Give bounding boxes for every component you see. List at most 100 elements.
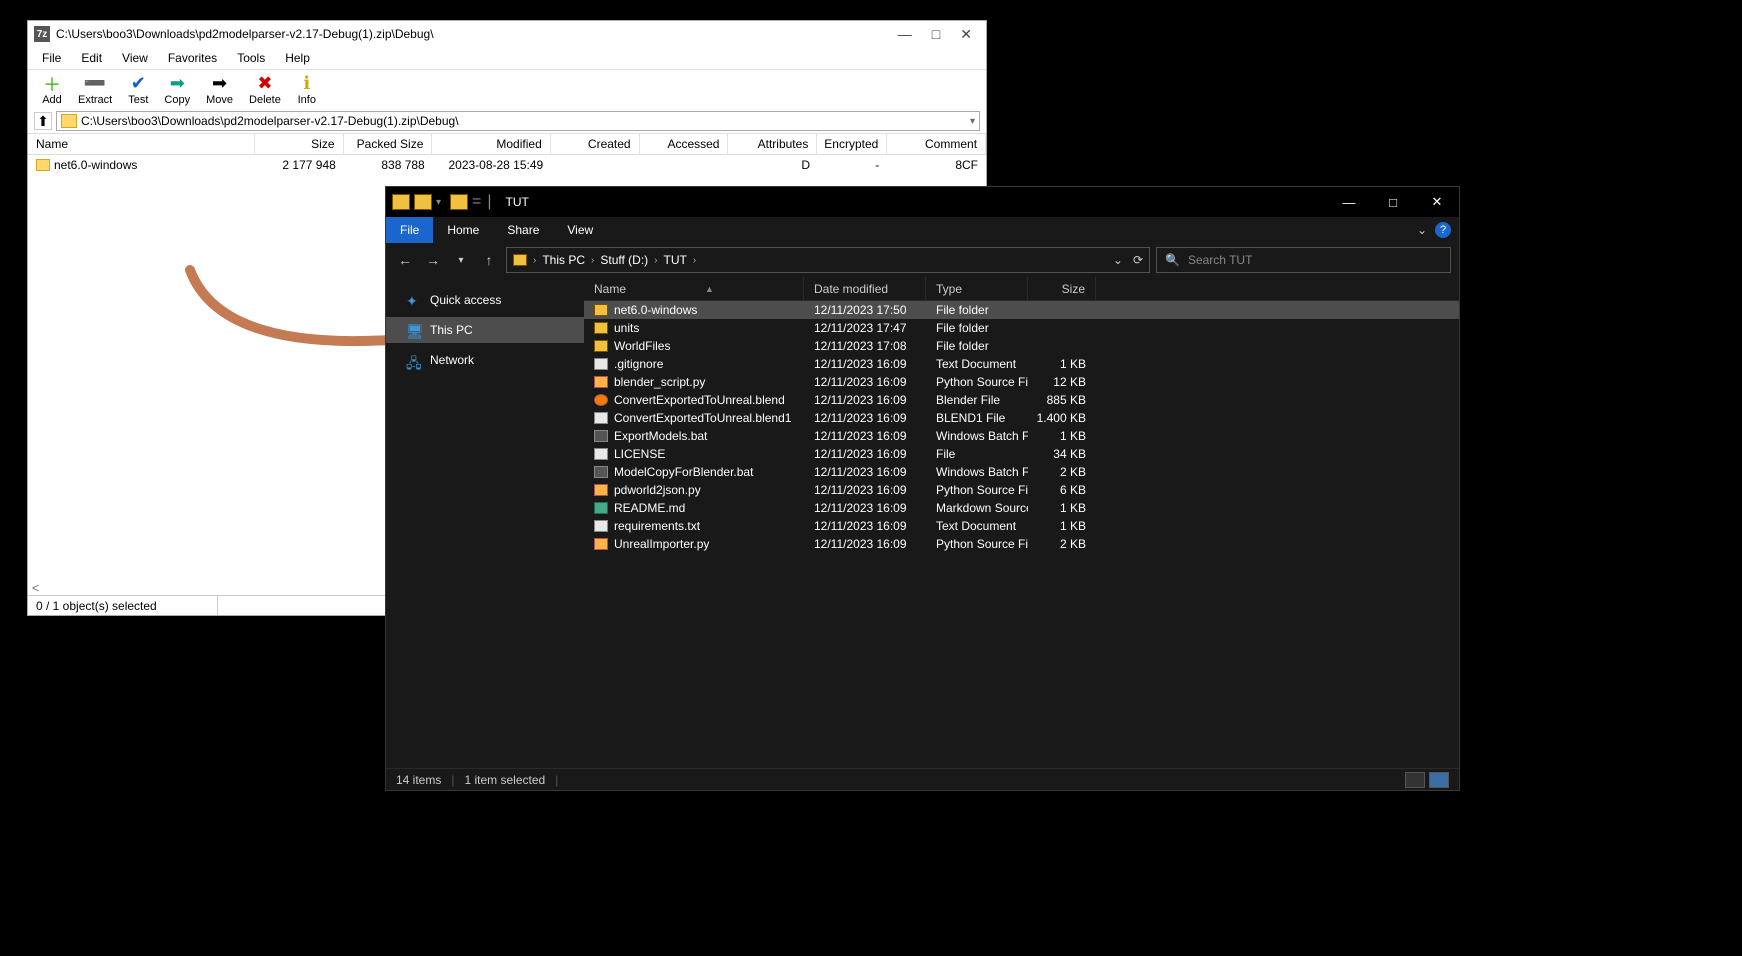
column-header-name[interactable]: Name [28,134,255,154]
scroll-left-indicator[interactable]: < [32,581,39,595]
tool-add-button[interactable]: ＋Add [34,74,70,106]
file-row[interactable]: ModelCopyForBlender.bat12/11/2023 16:09W… [584,463,1459,481]
refresh-icon[interactable]: ⟳ [1133,253,1143,267]
ribbon-tab-share[interactable]: Share [493,223,553,237]
help-icon[interactable]: ? [1435,222,1451,238]
column-header-modified[interactable]: Modified [432,134,550,154]
column-header-accessed[interactable]: Accessed [640,134,729,154]
view-details-button[interactable] [1405,772,1425,788]
ribbon-file-tab[interactable]: File [386,217,433,243]
tool-delete-button[interactable]: ✖Delete [241,74,289,106]
column-header-date-modified[interactable]: Date modified [804,277,926,300]
explorer-titlebar[interactable]: ▾ = | TUT — □ ✕ [386,187,1459,217]
breadcrumb-segment[interactable]: TUT [664,253,687,267]
chevron-right-icon[interactable]: › [591,255,594,266]
file-name: ExportModels.bat [614,429,707,443]
maximize-button[interactable]: □ [1371,188,1415,216]
file-row[interactable]: ExportModels.bat12/11/2023 16:09Windows … [584,427,1459,445]
file-row[interactable]: requirements.txt12/11/2023 16:09Text Doc… [584,517,1459,535]
sevenzip-file-row[interactable]: net6.0-windows2 177 948838 7882023-08-28… [28,155,986,175]
column-header-type[interactable]: Type [926,277,1028,300]
column-header-encrypted[interactable]: Encrypted [817,134,887,154]
tool-label: Delete [249,94,281,106]
menu-favorites[interactable]: Favorites [160,49,225,67]
column-header-name[interactable]: Name▲ [584,277,804,300]
sevenzip-column-headers[interactable]: NameSizePacked SizeModifiedCreatedAccess… [28,133,986,155]
file-type: BLEND1 File [926,411,1028,425]
sevenzip-titlebar[interactable]: 7z C:\Users\boo3\Downloads\pd2modelparse… [28,21,986,47]
file-type: File folder [926,339,1028,353]
tool-test-button[interactable]: ✔Test [120,74,156,106]
explorer-title: TUT [506,195,529,209]
file-row[interactable]: .gitignore12/11/2023 16:09Text Document1… [584,355,1459,373]
cell: D [729,158,818,172]
file-date: 12/11/2023 16:09 [804,357,926,371]
ribbon-tab-view[interactable]: View [553,223,607,237]
file-name: net6.0-windows [614,303,697,317]
file-size: 2 KB [1028,465,1096,479]
file-name: units [614,321,639,335]
column-header-size[interactable]: Size [1028,277,1096,300]
file-row[interactable]: LICENSE12/11/2023 16:09File34 KB [584,445,1459,463]
address-bar[interactable]: › This PC › Stuff (D:) › TUT › ⌄ ⟳ [506,247,1150,273]
tool-info-button[interactable]: ℹInfo [289,74,325,106]
address-dropdown-icon[interactable]: ⌄ [1113,253,1123,267]
close-button[interactable]: ✕ [960,26,972,43]
path-input[interactable]: C:\Users\boo3\Downloads\pd2modelparser-v… [56,111,980,131]
nav-up-button[interactable]: ↑ [478,249,500,271]
nav-back-button[interactable]: ← [394,249,416,271]
file-row[interactable]: UnrealImporter.py12/11/2023 16:09Python … [584,535,1459,553]
sidebar-item-network[interactable]: 🖧Network [386,347,584,373]
file-size: 1 KB [1028,357,1096,371]
menu-edit[interactable]: Edit [73,49,110,67]
column-header-comment[interactable]: Comment [887,134,986,154]
menu-tools[interactable]: Tools [229,49,273,67]
search-box[interactable]: 🔍 Search TUT [1156,247,1451,273]
nav-forward-button[interactable]: → [422,249,444,271]
tool-copy-button[interactable]: ➡Copy [156,74,198,106]
file-row[interactable]: ConvertExportedToUnreal.blend12/11/2023 … [584,391,1459,409]
file-row[interactable]: net6.0-windows12/11/2023 17:50File folde… [584,301,1459,319]
chevron-right-icon[interactable]: › [654,255,657,266]
nav-recent-dropdown[interactable]: ▾ [450,249,472,271]
tool-move-button[interactable]: ➡Move [198,74,241,106]
list-column-headers[interactable]: Name▲Date modifiedTypeSize [584,277,1459,301]
file-row[interactable]: ConvertExportedToUnreal.blend112/11/2023… [584,409,1459,427]
menu-file[interactable]: File [34,49,69,67]
breadcrumb-segment[interactable]: Stuff (D:) [600,253,648,267]
file-type: File [926,447,1028,461]
minimize-button[interactable]: — [1327,188,1371,216]
view-large-button[interactable] [1429,772,1449,788]
folder-icon [414,194,432,210]
sidebar-item-quick-access[interactable]: ✦Quick access [386,287,584,313]
menu-help[interactable]: Help [277,49,318,67]
close-button[interactable]: ✕ [1415,188,1459,216]
column-header-packed-size[interactable]: Packed Size [344,134,433,154]
column-header-attributes[interactable]: Attributes [728,134,817,154]
minimize-button[interactable]: — [898,26,912,43]
file-row[interactable]: WorldFiles12/11/2023 17:08File folder [584,337,1459,355]
column-header-created[interactable]: Created [551,134,640,154]
sidebar-item-this-pc[interactable]: 🖥This PC [386,317,584,343]
sidebar-label: This PC [430,323,473,337]
file-row[interactable]: blender_script.py12/11/2023 16:09Python … [584,373,1459,391]
column-header-size[interactable]: Size [255,134,344,154]
tool-extract-button[interactable]: ➖Extract [70,74,120,106]
info-icon: ℹ [297,74,317,94]
menu-view[interactable]: View [114,49,156,67]
breadcrumb-segment[interactable]: This PC [542,253,585,267]
ribbon-tab-home[interactable]: Home [433,223,493,237]
sidebar-label: Network [430,353,474,367]
file-row[interactable]: README.md12/11/2023 16:09Markdown Source… [584,499,1459,517]
ribbon-expand-icon[interactable]: ⌄ [1417,223,1427,237]
chevron-down-icon[interactable]: ▾ [436,197,446,208]
file-name: ConvertExportedToUnreal.blend1 [614,411,791,425]
file-row[interactable]: pdworld2json.py12/11/2023 16:09Python So… [584,481,1459,499]
maximize-button[interactable]: □ [932,26,940,43]
blend-icon [594,394,608,406]
chevron-down-icon[interactable]: ▾ [970,116,975,127]
up-button[interactable]: ⬆ [34,112,52,130]
file-row[interactable]: units12/11/2023 17:47File folder [584,319,1459,337]
chevron-right-icon[interactable]: › [693,255,696,266]
chevron-right-icon[interactable]: › [533,255,536,266]
